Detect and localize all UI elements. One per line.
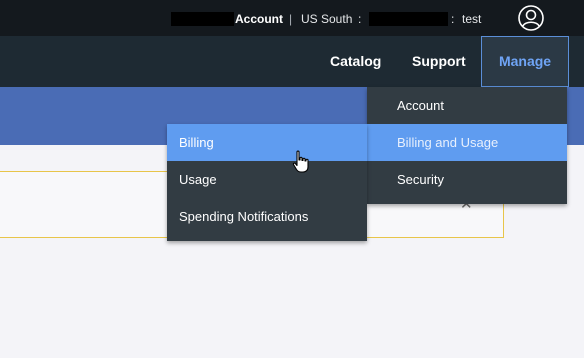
account-label[interactable]: Account <box>235 12 283 26</box>
menu-item-security[interactable]: Security <box>367 161 567 198</box>
hand-cursor-icon <box>292 150 310 174</box>
region-selector[interactable]: US South <box>301 12 352 26</box>
nav-catalog[interactable]: Catalog <box>330 36 381 87</box>
redacted-account-name <box>171 12 234 26</box>
space-selector[interactable]: test <box>462 12 481 26</box>
org-colon: : <box>451 12 455 26</box>
separator: | <box>289 12 293 26</box>
region-colon: : <box>358 12 362 26</box>
menu-item-account[interactable]: Account <box>367 87 567 124</box>
manage-menu: Account Billing and Usage Security <box>367 87 567 204</box>
nav-manage[interactable]: Manage <box>481 36 569 87</box>
submenu-item-usage[interactable]: Usage <box>167 161 367 198</box>
submenu-item-spending-notifications[interactable]: Spending Notifications <box>167 198 367 235</box>
main-nav: Catalog Support Manage <box>0 36 584 87</box>
top-bar: Account | US South : : test <box>0 0 584 36</box>
redacted-org-name <box>369 12 448 26</box>
avatar-icon[interactable] <box>518 5 544 31</box>
menu-item-billing-and-usage[interactable]: Billing and Usage <box>367 124 567 161</box>
billing-submenu: Billing Usage Spending Notifications <box>167 124 367 241</box>
nav-support[interactable]: Support <box>412 36 466 87</box>
submenu-item-billing[interactable]: Billing <box>167 124 367 161</box>
